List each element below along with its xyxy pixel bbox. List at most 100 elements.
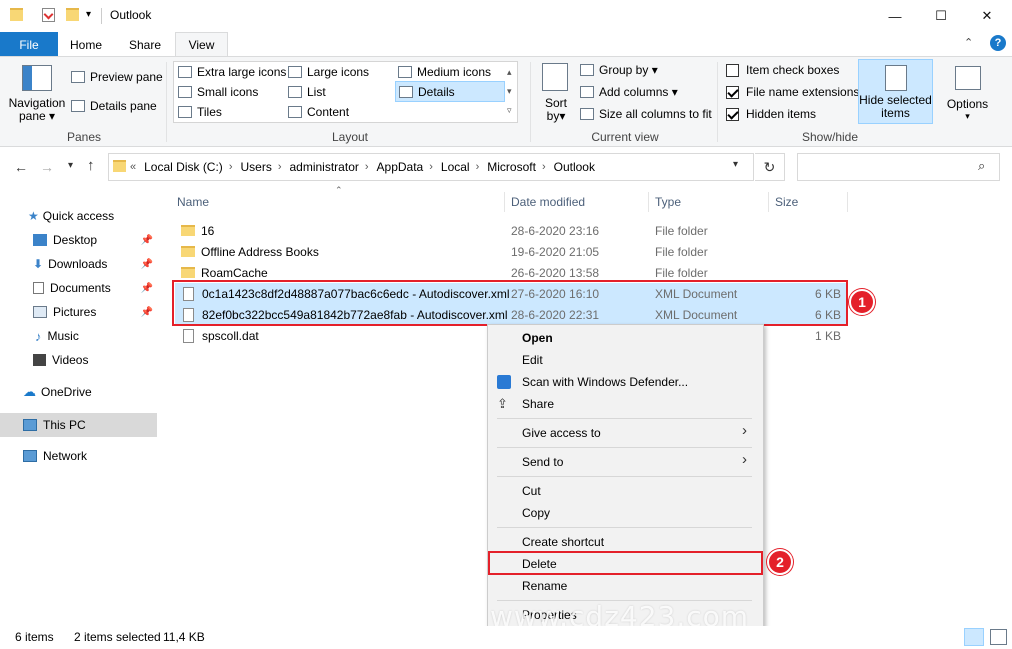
column-header-type[interactable]: Type	[655, 190, 681, 214]
menu-item-copy[interactable]: Copy	[522, 502, 550, 524]
column-divider[interactable]	[847, 192, 848, 212]
column-header-name[interactable]: Name	[177, 190, 209, 214]
nav-quick-access[interactable]: ★ Quick access	[0, 204, 157, 228]
chevron-right-icon[interactable]: ›	[542, 161, 546, 173]
breadcrumb-administrator[interactable]: administrator	[290, 160, 359, 174]
tab-view[interactable]: View	[175, 32, 228, 57]
column-divider[interactable]	[768, 192, 769, 212]
layout-tiles[interactable]: Tiles	[178, 105, 222, 119]
ribbon-collapse-icon[interactable]: ⌃	[964, 36, 973, 49]
column-header-date[interactable]: Date modified	[511, 190, 585, 214]
item-check-boxes-toggle[interactable]: Item check boxes	[726, 63, 839, 77]
maximize-button[interactable]: ☐	[918, 0, 964, 32]
pin-icon[interactable]: 📌	[141, 259, 153, 270]
layout-medium-icons[interactable]: Medium icons	[398, 65, 491, 79]
nav-documents[interactable]: Documents 📌	[0, 276, 157, 300]
nav-network[interactable]: Network	[0, 444, 157, 468]
hide-selected-items-icon	[884, 65, 907, 91]
breadcrumb-local-disk[interactable]: Local Disk (C:)	[144, 160, 223, 174]
help-icon[interactable]: ?	[990, 35, 1006, 51]
nav-desktop[interactable]: Desktop 📌	[0, 228, 157, 252]
hidden-items-toggle[interactable]: Hidden items	[726, 107, 816, 121]
tab-share[interactable]: Share	[117, 32, 173, 57]
sort-by-icon	[542, 63, 568, 91]
recent-locations-icon[interactable]: ▾	[68, 160, 73, 171]
nav-onedrive[interactable]: ☁ OneDrive	[0, 380, 157, 404]
layout-scroll-icon[interactable]: ▴ ▾ ▿	[507, 63, 512, 120]
nav-this-pc[interactable]: This PC	[0, 413, 157, 437]
minimize-button[interactable]: —	[872, 0, 918, 32]
tab-home[interactable]: Home	[60, 32, 112, 57]
column-divider[interactable]	[504, 192, 505, 212]
chevron-right-icon[interactable]: ›	[429, 161, 433, 173]
layout-list[interactable]: List	[288, 85, 326, 99]
navigation-pane-label: Navigation pane	[8, 96, 66, 123]
nav-downloads[interactable]: ⬇ Downloads 📌	[0, 252, 157, 276]
size-all-columns-button[interactable]: Size all columns to fit	[580, 107, 712, 121]
menu-item-give-access[interactable]: Give access to	[522, 422, 601, 444]
tab-file[interactable]: File	[0, 32, 58, 57]
layout-large-icons[interactable]: Large icons	[288, 65, 369, 79]
breadcrumb-microsoft[interactable]: Microsoft	[487, 160, 536, 174]
table-row[interactable]: 16 28-6-2020 23:16 File folder	[175, 220, 847, 241]
menu-item-create-shortcut[interactable]: Create shortcut	[522, 531, 604, 553]
chevron-right-icon[interactable]: ›	[229, 161, 233, 173]
breadcrumb-users[interactable]: Users	[240, 160, 271, 174]
address-dropdown-icon[interactable]: ▾	[733, 159, 738, 170]
search-input[interactable]	[797, 153, 1000, 181]
options-button[interactable]: Options ▾	[940, 62, 995, 124]
separator	[717, 62, 718, 142]
pin-icon[interactable]: 📌	[141, 235, 153, 246]
add-columns-button[interactable]: Add columns ▾	[580, 85, 678, 99]
properties-quick-icon[interactable]	[42, 8, 55, 22]
column-divider[interactable]	[648, 192, 649, 212]
layout-extra-large-icons[interactable]: Extra large icons	[178, 65, 286, 79]
table-row[interactable]: Offline Address Books 19-6-2020 21:05 Fi…	[175, 241, 847, 262]
menu-item-open[interactable]: Open	[522, 327, 553, 349]
close-button[interactable]: ✕	[964, 0, 1010, 32]
pin-icon[interactable]: 📌	[141, 307, 153, 318]
nav-videos[interactable]: Videos	[0, 348, 157, 372]
breadcrumb-overflow-icon[interactable]: «	[130, 161, 136, 173]
refresh-icon[interactable]: ↻	[755, 153, 785, 181]
group-by-button[interactable]: Group by ▾	[580, 63, 658, 77]
sort-by-button[interactable]: Sort by▾	[538, 97, 574, 123]
chevron-right-icon[interactable]: ›	[365, 161, 369, 173]
quick-access-dropdown-icon[interactable]: ▾	[86, 9, 91, 20]
hide-selected-items-label: Hide selected items	[859, 93, 932, 120]
navigation-pane-button[interactable]: Navigation pane ▾	[5, 97, 69, 123]
layout-details[interactable]: Details	[395, 81, 505, 102]
breadcrumb-local[interactable]: Local	[441, 160, 470, 174]
nav-pictures[interactable]: Pictures 📌	[0, 300, 157, 324]
menu-item-share[interactable]: Share	[522, 393, 554, 415]
chevron-right-icon[interactable]: ›	[476, 161, 480, 173]
current-view-group-label: Current view	[591, 130, 659, 144]
menu-item-cut[interactable]: Cut	[522, 480, 541, 502]
file-name-extensions-toggle[interactable]: File name extensions	[726, 85, 859, 99]
layout-small-icons[interactable]: Small icons	[178, 85, 258, 99]
layout-content[interactable]: Content	[288, 105, 349, 119]
nav-music[interactable]: ♪ Music	[0, 324, 157, 348]
hide-selected-items-button[interactable]: Hide selected items	[858, 59, 933, 124]
menu-item-scan-defender[interactable]: Scan with Windows Defender...	[522, 371, 688, 393]
preview-pane-button[interactable]: Preview pane	[71, 70, 163, 84]
menu-item-rename[interactable]: Rename	[522, 575, 567, 597]
search-icon[interactable]: ⌕	[978, 158, 985, 174]
column-header-size[interactable]: Size	[775, 190, 798, 214]
menu-item-edit[interactable]: Edit	[522, 349, 543, 371]
up-arrow-icon[interactable]: ↑	[87, 157, 95, 174]
menu-separator	[497, 447, 752, 448]
large-icons-view-icon[interactable]	[990, 629, 1007, 645]
music-icon: ♪	[35, 328, 42, 344]
details-view-icon[interactable]	[964, 628, 984, 646]
breadcrumb-appdata[interactable]: AppData	[377, 160, 424, 174]
pin-icon[interactable]: 📌	[141, 283, 153, 294]
menu-item-send-to[interactable]: Send to	[522, 451, 563, 473]
forward-arrow-icon[interactable]: →	[40, 159, 54, 175]
chevron-right-icon[interactable]: ›	[278, 161, 282, 173]
separator	[166, 62, 167, 142]
back-arrow-icon[interactable]: ←	[14, 159, 28, 175]
details-pane-button[interactable]: Details pane	[71, 99, 157, 113]
breadcrumb-outlook[interactable]: Outlook	[554, 160, 595, 174]
new-folder-quick-icon[interactable]	[66, 8, 79, 21]
